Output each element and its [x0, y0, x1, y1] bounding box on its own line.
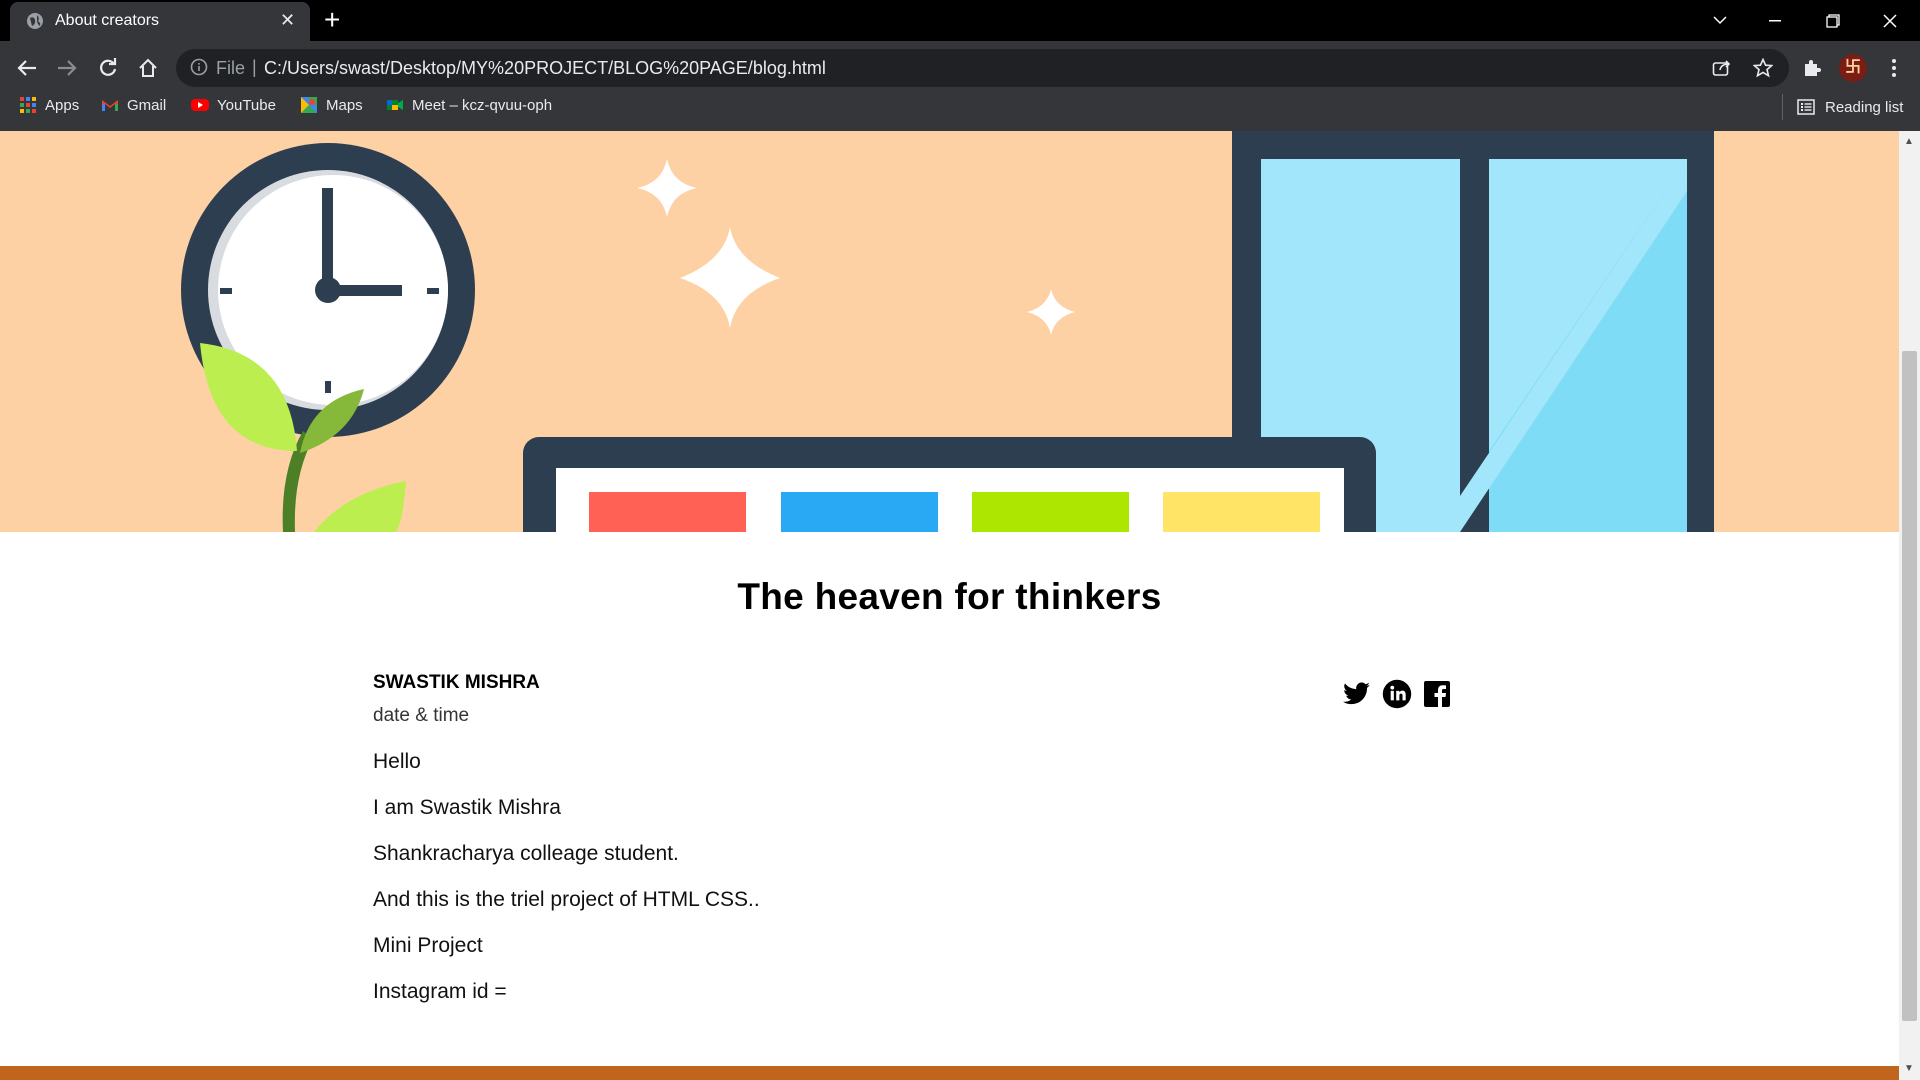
post-line: I am Swastik Mishra: [373, 796, 561, 819]
bookmark-meet[interactable]: Meet – kcz-qvuu-oph: [386, 96, 552, 114]
monitor-bar-green: [972, 492, 1129, 532]
share-icon[interactable]: [1707, 53, 1737, 83]
tab-strip: About creators ✕ +: [0, 0, 1920, 41]
minimize-icon[interactable]: [1745, 0, 1805, 41]
bookmark-label: Meet – kcz-qvuu-oph: [412, 96, 553, 114]
scroll-up-arrow-icon[interactable]: ▲: [1904, 136, 1914, 147]
author-name: SWASTIK MISHRA: [373, 672, 540, 693]
address-separator: |: [252, 57, 257, 77]
reading-list-button[interactable]: Reading list: [1782, 94, 1903, 120]
monitor-bar-yellow: [1163, 492, 1320, 532]
monitor-illustration: [523, 437, 1376, 532]
extensions-puzzle-icon[interactable]: [1797, 53, 1827, 83]
menu-kebab-icon[interactable]: [1879, 53, 1909, 83]
twitter-icon[interactable]: [1342, 679, 1372, 709]
reading-list-label: Reading list: [1825, 98, 1904, 116]
bookmark-label: Gmail: [127, 96, 167, 114]
back-arrow-icon[interactable]: [12, 53, 42, 83]
post-body: Hello I am Swastik Mishra Shankracharya …: [373, 750, 760, 1026]
sparkle-icons: [637, 159, 1075, 335]
page-viewport: The heaven for thinkers SWASTIK MISHRA d…: [0, 131, 1899, 1080]
restore-icon[interactable]: [1803, 0, 1863, 41]
new-tab-button[interactable]: +: [324, 4, 340, 36]
meet-icon: [387, 100, 403, 110]
active-tab[interactable]: About creators ✕: [10, 2, 310, 41]
tab-title: About creators: [55, 12, 160, 29]
globe-icon: [27, 13, 43, 29]
gmail-icon: [102, 100, 118, 111]
home-icon[interactable]: [133, 53, 163, 83]
post-datetime: date & time: [373, 705, 470, 726]
profile-avatar[interactable]: 卐: [1839, 54, 1867, 82]
bookmark-star-icon[interactable]: [1748, 53, 1778, 83]
address-bar[interactable]: File | C:/Users/swast/Desktop/MY%20PROJE…: [176, 49, 1789, 87]
bookmark-label: Maps: [326, 96, 363, 114]
monitor-bar-blue: [781, 492, 938, 532]
scroll-down-arrow-icon[interactable]: ▼: [1904, 1063, 1914, 1074]
close-window-icon[interactable]: [1860, 0, 1920, 41]
youtube-icon: [191, 99, 209, 111]
bookmark-apps[interactable]: Apps: [19, 96, 79, 114]
bookmark-label: YouTube: [217, 96, 276, 114]
tab-search-chevron-icon[interactable]: [1690, 0, 1750, 41]
scheme-label: File: [216, 58, 246, 78]
bookmark-label: Apps: [45, 96, 80, 114]
bookmark-gmail[interactable]: Gmail: [101, 96, 166, 114]
url-text[interactable]: C:/Users/swast/Desktop/MY%20PROJECT/BLOG…: [264, 58, 826, 79]
page-title: The heaven for thinkers: [737, 576, 1162, 617]
bookmarks-bar: Apps Gmail YouTube Maps Meet – kcz-qvuu-…: [0, 92, 1920, 122]
reload-icon[interactable]: [93, 53, 123, 83]
scrollbar-thumb[interactable]: [1902, 351, 1917, 1021]
post-line: Instagram id =: [373, 980, 507, 1003]
vertical-scrollbar[interactable]: ▲ ▼: [1899, 131, 1920, 1080]
facebook-icon[interactable]: [1422, 679, 1452, 709]
tab-close-icon[interactable]: ✕: [280, 10, 295, 30]
linkedin-icon[interactable]: [1382, 679, 1412, 709]
monitor-bar-red: [589, 492, 746, 532]
post-line: Hello: [373, 750, 421, 773]
apps-grid-icon: [20, 97, 36, 113]
post-line: Mini Project: [373, 934, 483, 957]
forward-arrow-icon[interactable]: [52, 53, 82, 83]
footer: [0, 1066, 1899, 1080]
reading-list-icon: [1797, 99, 1815, 115]
hero-illustration: [0, 131, 1899, 532]
post-line: Shankracharya colleage student.: [373, 842, 679, 865]
maps-icon: [301, 97, 317, 113]
social-links: [1342, 679, 1452, 709]
site-info-icon[interactable]: [190, 58, 208, 81]
post-line: And this is the triel project of HTML CS…: [373, 888, 760, 911]
bookmark-maps[interactable]: Maps: [300, 96, 363, 114]
bookmark-youtube[interactable]: YouTube: [191, 96, 276, 114]
workspace-illustration: [181, 131, 1714, 532]
